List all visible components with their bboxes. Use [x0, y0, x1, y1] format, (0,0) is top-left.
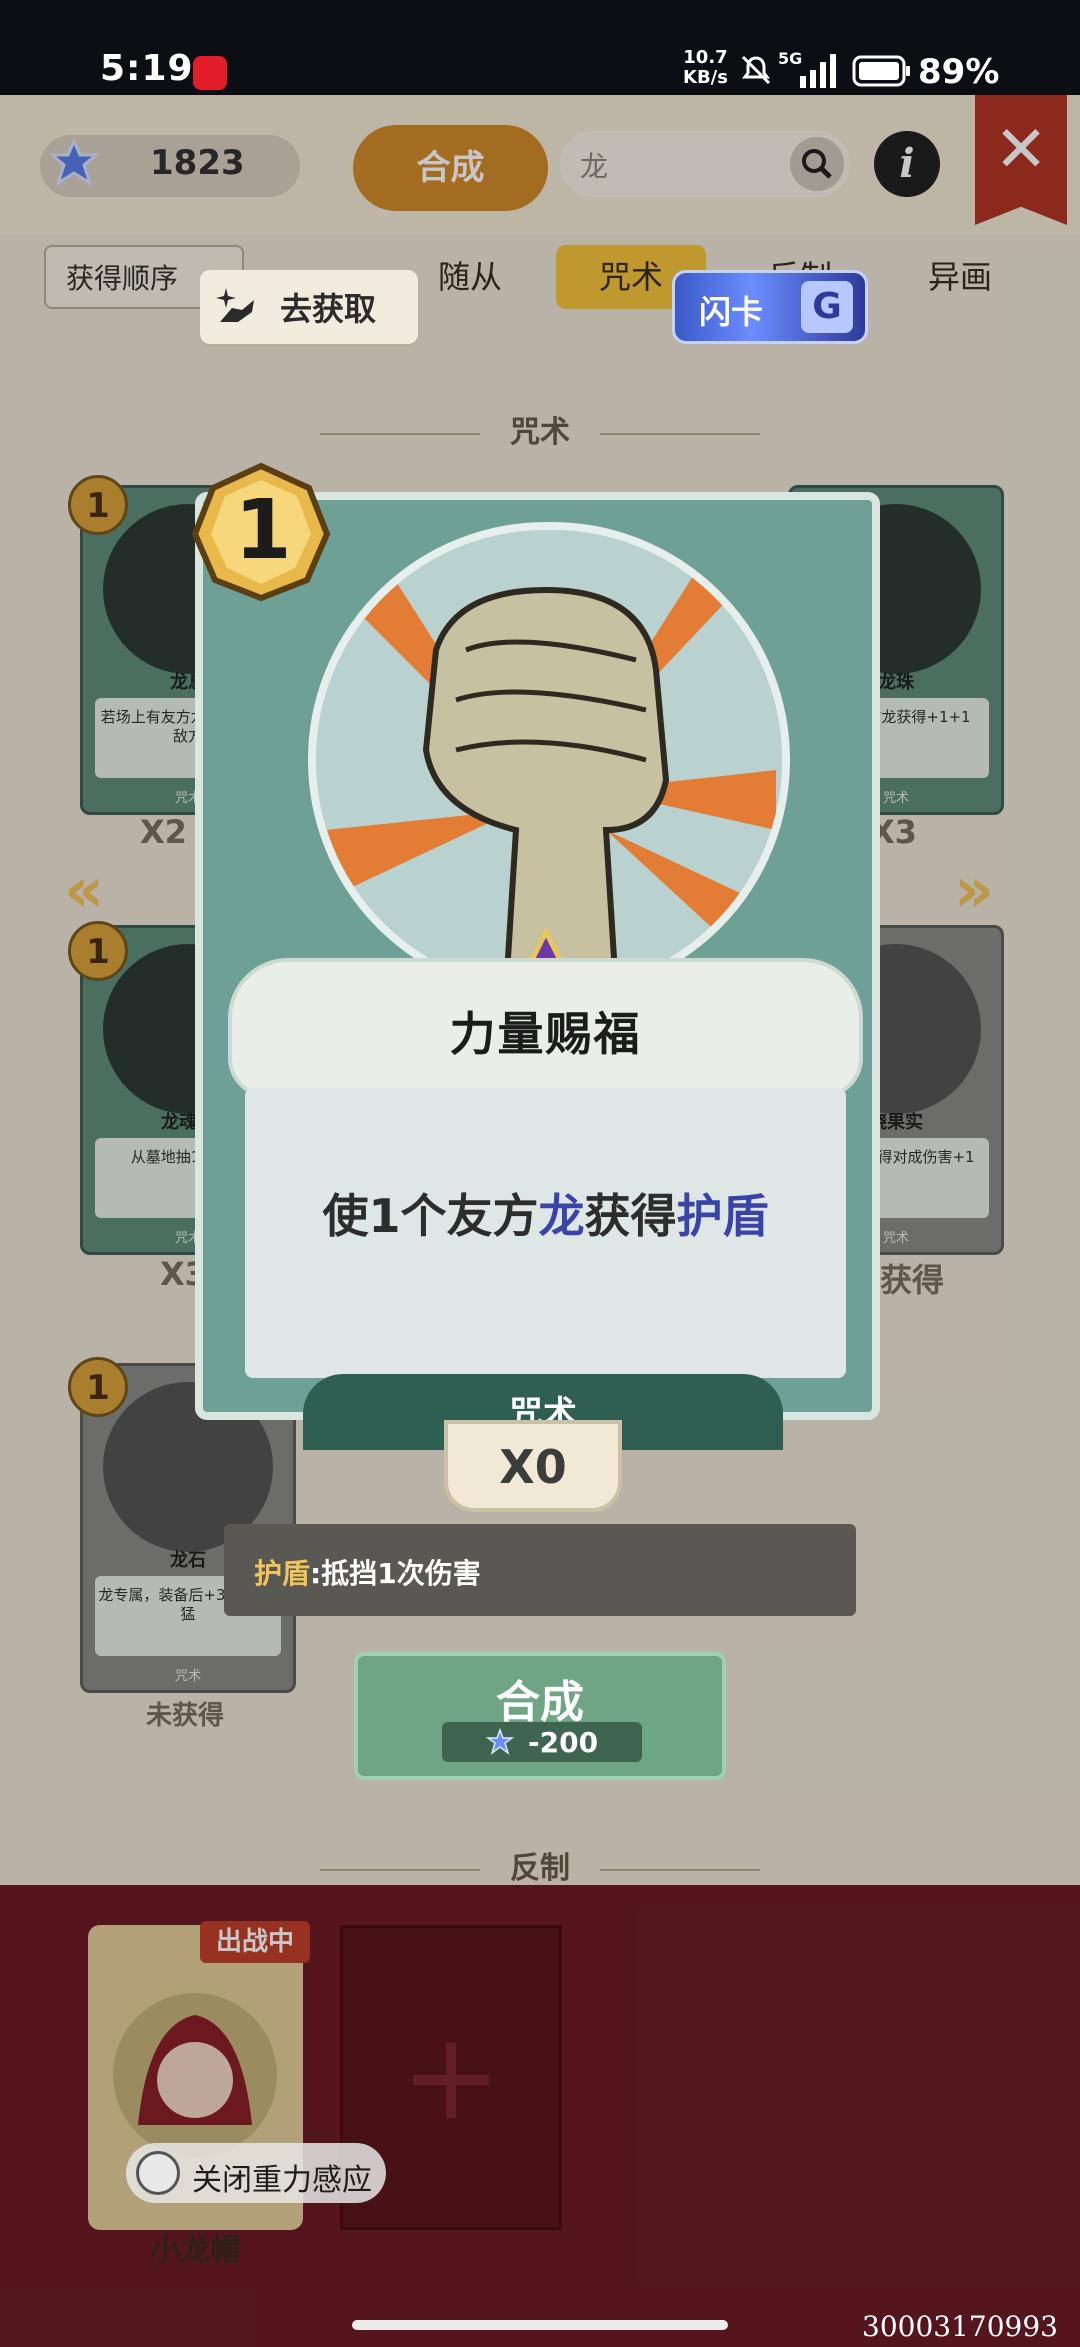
keyword-term: 护盾: [254, 1557, 311, 1590]
net-speed-value: 10.7: [683, 47, 728, 68]
desc-text: 使1个友方: [322, 1189, 539, 1243]
clock: 5:19: [100, 48, 194, 89]
card-description: 使1个友方龙获得护盾: [245, 1180, 846, 1246]
card-frame: 力量赐福 使1个友方龙获得护盾 咒术: [195, 492, 880, 1450]
owned-count-tag: X0: [444, 1420, 622, 1512]
signal-5g-icon: 5G: [778, 49, 836, 88]
compose-label: 合成: [496, 1677, 584, 1728]
home-indicator[interactable]: [352, 2320, 728, 2330]
desc-text: 获得: [584, 1189, 677, 1243]
get-card-button[interactable]: 去获取: [200, 270, 418, 344]
card-cost-value: 1: [234, 483, 292, 578]
flash-card-button[interactable]: 闪卡 G: [672, 270, 868, 344]
build-id: 30003170993: [862, 2310, 1058, 2343]
compose-button[interactable]: 合成 -200: [354, 1652, 726, 1780]
gem-icon: [486, 1728, 514, 1755]
hand-sparkle-icon: [216, 288, 254, 322]
network-speed: 10.7 KB/s: [683, 48, 728, 88]
mute-bell-icon: [741, 55, 771, 85]
flash-card-icon: G: [801, 281, 853, 333]
svg-text:5G: 5G: [778, 49, 802, 68]
flash-card-label: 闪卡: [699, 293, 764, 331]
get-card-label: 去获取: [280, 290, 377, 328]
gyro-toggle-label: 关闭重力感应: [192, 2163, 372, 2198]
owned-count: X0: [499, 1440, 567, 1494]
card-description-box: 使1个友方龙获得护盾: [245, 1088, 846, 1378]
card-title: 力量赐福: [449, 1007, 642, 1061]
app-notification-icon: [193, 56, 227, 90]
compose-cost-value: -200: [528, 1726, 599, 1759]
battery-percent: 89%: [918, 52, 1000, 92]
desc-keyword: 护盾: [676, 1189, 769, 1243]
fist-illustration: [316, 530, 782, 990]
card-portrait-art: [308, 522, 790, 998]
card-detail: 力量赐福 使1个友方龙获得护盾 咒术 1: [191, 462, 880, 1450]
keyword-definition: :抵挡1次伤害: [310, 1557, 481, 1590]
keyword-text: 护盾:抵挡1次伤害: [254, 1552, 481, 1592]
card-name-banner: 力量赐福: [228, 958, 863, 1098]
battery-icon: [852, 55, 910, 87]
keyword-tooltip: 护盾:抵挡1次伤害: [224, 1524, 856, 1616]
net-speed-unit: KB/s: [683, 67, 728, 88]
compose-cost: -200: [442, 1722, 642, 1762]
gyro-toggle[interactable]: 关闭重力感应: [126, 2143, 386, 2203]
radio-circle-icon: [136, 2151, 180, 2195]
desc-highlight: 龙: [538, 1189, 585, 1243]
status-bar: 5:19 10.7 KB/s 5G 89%: [0, 0, 1080, 95]
